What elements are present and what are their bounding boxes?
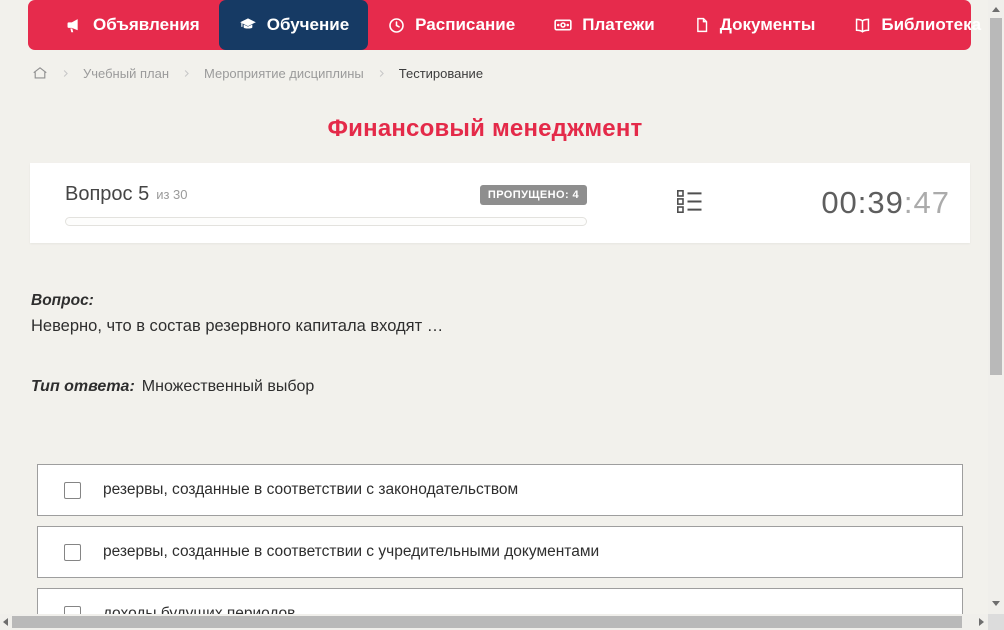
scroll-right-arrow-icon[interactable]	[979, 618, 984, 626]
cash-icon	[553, 15, 573, 35]
option-checkbox[interactable]	[64, 481, 81, 499]
nav-item-label: Документы	[719, 15, 816, 34]
horizontal-scrollbar[interactable]	[0, 614, 988, 630]
nav-item-label: Платежи	[582, 15, 655, 34]
nav-item-label: Расписание	[415, 15, 516, 34]
nav-item-learning[interactable]: Обучение	[218, 0, 369, 50]
answer-type-label: Тип ответа:	[31, 378, 135, 395]
nav-item-documents[interactable]: Документы	[674, 0, 835, 50]
nav-item-announcements[interactable]: Объявления	[46, 0, 219, 50]
clock-icon	[387, 16, 406, 35]
nav-item-label: Библиотека	[881, 15, 982, 34]
timer-main: 00:39	[821, 185, 904, 220]
question-list-icon	[676, 188, 703, 220]
quiz-header-panel: Вопрос 5 из 30 ПРОПУЩЕНО: 4 00:39:47	[30, 163, 970, 243]
answer-option[interactable]: резервы, созданные в соответствии с зако…	[37, 464, 963, 516]
graduation-cap-icon	[238, 15, 258, 35]
answer-type-value: Множественный выбор	[141, 378, 315, 395]
skipped-badge: ПРОПУЩЕНО: 4	[479, 184, 587, 205]
page-title: Финансовый менеджмент	[327, 115, 643, 142]
quiz-progress-section: Вопрос 5 из 30 ПРОПУЩЕНО: 4	[65, 183, 587, 226]
option-checkbox[interactable]	[64, 543, 81, 561]
nav-item-library[interactable]: Библиотека	[834, 0, 1004, 50]
scrollbar-corner	[988, 614, 1004, 630]
home-icon[interactable]	[32, 65, 48, 81]
progress-bar	[65, 217, 587, 226]
breadcrumb: Учебный план Мероприятие дисциплины Тест…	[32, 62, 483, 84]
timer-seconds: :47	[903, 185, 950, 220]
breadcrumb-testing: Тестирование	[398, 65, 484, 81]
nav-item-label: Обучение	[266, 15, 350, 34]
question-text: Неверно, что в состав резервного капитал…	[31, 317, 444, 335]
question-list-button[interactable]	[674, 189, 704, 219]
open-book-icon	[853, 16, 872, 35]
quiz-screen: Объявления Обучение Расписание Платежи Д…	[0, 0, 1004, 630]
main-nav: Объявления Обучение Расписание Платежи Д…	[28, 0, 1004, 50]
option-label: резервы, созданные в соответствии с учре…	[103, 543, 600, 560]
question-number: Вопрос 5	[65, 183, 150, 205]
scroll-left-arrow-icon[interactable]	[3, 618, 8, 626]
question-prompt-label: Вопрос:	[31, 292, 94, 309]
chevron-right-icon	[376, 68, 387, 79]
scroll-down-arrow-icon[interactable]	[992, 601, 1000, 606]
scroll-up-arrow-icon[interactable]	[992, 7, 1000, 12]
vertical-scrollbar-thumb[interactable]	[990, 18, 1002, 375]
answer-option[interactable]: резервы, созданные в соответствии с учре…	[37, 526, 963, 578]
nav-item-schedule[interactable]: Расписание	[368, 0, 534, 50]
question-total: из 30	[156, 187, 188, 202]
nav-item-payments[interactable]: Платежи	[534, 0, 674, 50]
document-icon	[693, 16, 711, 34]
breadcrumb-discipline-event[interactable]: Мероприятие дисциплины	[204, 66, 364, 81]
nav-item-label: Объявления	[93, 15, 200, 34]
breadcrumb-curriculum[interactable]: Учебный план	[83, 66, 169, 81]
timer: 00:39:47	[821, 185, 950, 221]
answer-type-row: Тип ответа: Множественный выбор	[31, 378, 314, 396]
vertical-scrollbar[interactable]	[988, 0, 1004, 614]
horizontal-scrollbar-thumb[interactable]	[12, 616, 962, 628]
chevron-right-icon	[181, 68, 192, 79]
megaphone-icon	[65, 16, 84, 35]
chevron-right-icon	[60, 68, 71, 79]
option-label: резервы, созданные в соответствии с зако…	[103, 481, 519, 498]
